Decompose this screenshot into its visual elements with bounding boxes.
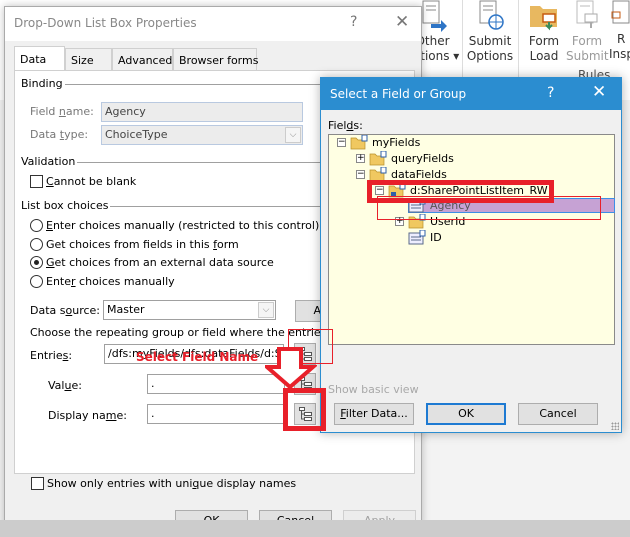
help-button[interactable]: ? (350, 14, 357, 30)
binding-heading: Binding (21, 77, 65, 90)
tab-browser-forms[interactable]: Browser forms (173, 48, 258, 70)
data-type-label: Data type: (30, 128, 89, 141)
cannot-be-blank-checkbox[interactable] (30, 175, 43, 188)
chevron-down-icon[interactable]: ⌵ (258, 302, 274, 318)
tab-advanced[interactable]: Advanced (112, 48, 173, 70)
ribbon-separator (518, 0, 519, 80)
value-label: Value: (48, 379, 82, 392)
resize-grip[interactable] (611, 422, 619, 430)
entries-label: Entries: (30, 349, 73, 362)
select-dialog-title-bar[interactable]: Select a Field or Group ? ✕ (321, 78, 621, 110)
data-source-select[interactable]: Master ⌵ (103, 300, 276, 320)
radio-label-enter-choices-manually: Enter choices manually (46, 275, 175, 288)
unique-display-names-label: Show only entries with unique display na… (47, 477, 297, 490)
cannot-be-blank-label: Cannot be blank (46, 175, 137, 188)
radio-enter-choices-restricted[interactable] (30, 219, 43, 232)
chevron-down-icon[interactable]: ⌵ (285, 127, 301, 143)
close-icon[interactable]: ✕ (592, 82, 606, 102)
annotation-arrow-down-icon (265, 347, 317, 389)
form-load-button[interactable]: Form Load (523, 0, 565, 64)
folder-icon (350, 135, 368, 150)
choose-group-instruction: Choose the repeating group or field wher… (30, 326, 330, 339)
fields-label: Fields: (328, 119, 363, 132)
collapse-icon[interactable]: − (356, 170, 365, 179)
form-submit-button[interactable]: Form Submit (566, 0, 609, 64)
data-type-select[interactable]: ChoiceType ⌵ (101, 125, 303, 145)
tab-size[interactable]: Size (65, 48, 112, 70)
unique-display-names-checkbox[interactable] (31, 477, 44, 490)
field-icon (408, 230, 426, 245)
select-ok-button[interactable]: OK (426, 403, 506, 425)
dialog-title: Drop-Down List Box Properties (14, 16, 197, 30)
fields-tree[interactable]: − myFields + queryFields − dataFields − … (328, 134, 615, 345)
dialog-title-bar[interactable]: Drop-Down List Box Properties ? ✕ (5, 7, 421, 41)
annotation-highlight-agency (377, 196, 601, 220)
select-dialog-title: Select a Field or Group (330, 87, 467, 101)
field-name-input[interactable]: Agency (101, 102, 303, 122)
rule-inspector-icon (609, 0, 630, 32)
validation-heading: Validation (21, 155, 78, 168)
form-submit-icon (571, 0, 603, 32)
annotation-highlight-display-name-button (283, 388, 326, 431)
folder-icon (369, 151, 387, 166)
radio-label-choices-from-form: Get choices from fields in this form (46, 238, 239, 251)
filter-data-button[interactable]: Filter Data... (334, 403, 414, 425)
tab-data[interactable]: Data (14, 46, 65, 70)
field-name-label: Field name: (30, 105, 94, 118)
list-box-choices-heading: List box choices (21, 199, 111, 212)
select-field-or-group-dialog: Select a Field or Group ? ✕ Fields: − my… (320, 77, 622, 433)
radio-label-enter-choices-restricted: Enter choices manually (restricted to th… (46, 219, 320, 232)
submit-options-icon (474, 0, 506, 32)
radio-label-choices-external-source: Get choices from an external data source (46, 256, 274, 269)
radio-choices-from-form[interactable] (30, 238, 43, 251)
show-basic-view-link[interactable]: Show basic view (328, 383, 419, 396)
display-name-input[interactable]: . (147, 404, 285, 424)
annotation-label: Select Field Name (136, 350, 259, 364)
display-name-label: Display name: (48, 409, 127, 422)
help-button[interactable]: ? (547, 85, 554, 101)
rule-inspector-button[interactable]: R Insp (609, 0, 630, 62)
close-icon[interactable]: ✕ (395, 12, 409, 32)
select-cancel-button[interactable]: Cancel (518, 403, 598, 425)
collapse-icon[interactable]: − (337, 138, 346, 147)
data-source-label: Data source: (30, 304, 101, 317)
ribbon-separator (462, 0, 463, 80)
form-load-icon (528, 0, 560, 32)
status-bar-overlay (0, 520, 630, 537)
submit-options-button[interactable]: Submit Options (466, 0, 514, 64)
radio-enter-choices-manually[interactable] (30, 275, 43, 288)
expand-icon[interactable]: + (356, 154, 365, 163)
radio-choices-external-source[interactable] (30, 256, 43, 269)
